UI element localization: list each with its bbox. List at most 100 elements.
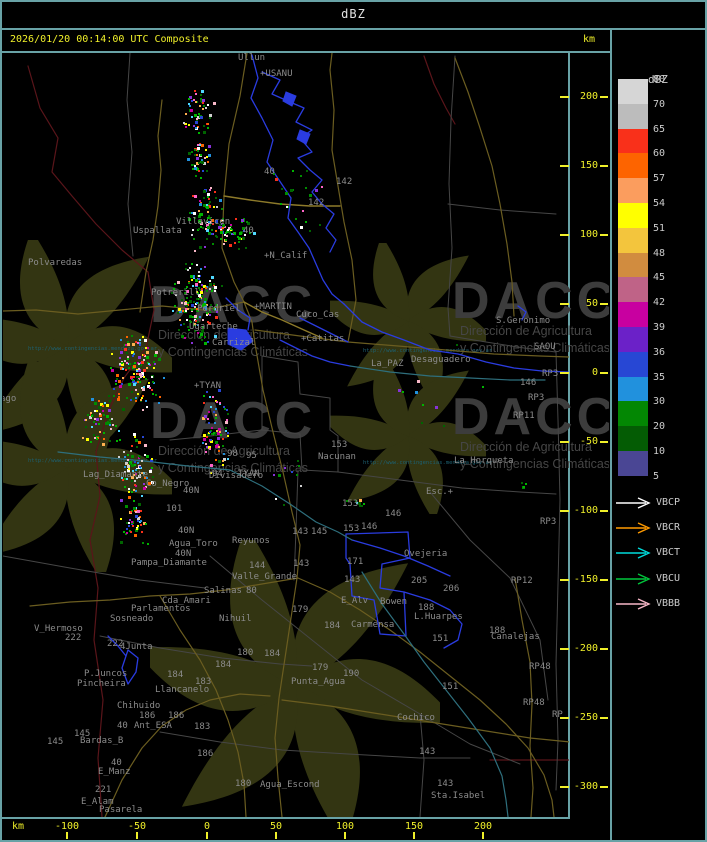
radar-echo-pixel: [132, 363, 134, 365]
radar-echo-pixel: [216, 206, 218, 208]
radar-echo-pixel: [137, 520, 139, 522]
radar-echo-pixel: [192, 316, 194, 318]
radar-echo-pixel: [137, 393, 139, 395]
radar-echo-pixel: [189, 315, 192, 318]
radar-echo-pixel: [118, 456, 120, 458]
radar-echo-pixel: [132, 355, 134, 357]
radar-echo-pixel: [207, 123, 209, 125]
radar-echo-pixel: [178, 329, 180, 331]
radar-echo-pixel: [177, 281, 180, 284]
scale-boundary-label: 20: [653, 421, 666, 433]
radar-echo-pixel: [220, 238, 222, 240]
radar-echo-pixel: [207, 104, 209, 106]
bottom-axis-tick: [413, 832, 415, 839]
map-label: 40: [111, 758, 122, 768]
radar-echo-pixel: [124, 348, 127, 351]
radar-echo-pixel: [196, 264, 198, 266]
radar-echo-pixel: [131, 480, 133, 482]
radar-echo-pixel: [230, 228, 232, 230]
radar-echo-pixel: [201, 90, 204, 93]
river-line: [261, 71, 337, 253]
radar-echo-pixel: [215, 316, 218, 319]
radar-echo-pixel: [200, 116, 203, 119]
radar-echo-pixel: [122, 368, 124, 370]
radar-echo-pixel: [358, 502, 361, 505]
radar-echo-pixel: [202, 102, 204, 104]
radar-echo-pixel: [203, 125, 205, 127]
radar-echo-pixel: [200, 100, 202, 102]
radar-echo-pixel: [200, 268, 202, 270]
radar-echo-pixel: [523, 486, 525, 488]
radar-echo-pixel: [197, 150, 199, 152]
radar-echo-pixel: [296, 474, 298, 476]
radar-echo-pixel: [127, 358, 129, 360]
radar-echo-pixel: [99, 431, 101, 433]
map-label: 80: [246, 586, 257, 596]
radar-echo-pixel: [212, 243, 214, 245]
right-axis-label: 200: [579, 91, 598, 102]
bottom-axis-tick: [66, 832, 68, 839]
radar-echo-pixel: [209, 117, 211, 119]
radar-echo-pixel: [306, 170, 308, 172]
radar-echo-pixel: [226, 231, 228, 233]
radar-echo-pixel: [109, 440, 111, 442]
map-label: 153: [342, 499, 358, 509]
radar-echo-pixel: [222, 438, 224, 440]
radar-echo-pixel: [106, 404, 109, 407]
radar-echo-pixel: [198, 113, 200, 115]
vector-legend-label: VBCR: [656, 522, 681, 533]
radar-echo-pixel: [201, 159, 203, 161]
radar-echo-pixel: [147, 543, 149, 545]
radar-echo-pixel: [154, 354, 157, 357]
radar-echo-pixel: [191, 279, 193, 281]
radar-echo-pixel: [215, 235, 217, 237]
right-axis-label: 150: [579, 160, 598, 171]
right-axis-tick: [600, 96, 608, 98]
radar-echo-pixel: [218, 446, 220, 448]
radar-echo-pixel: [174, 283, 176, 285]
radar-echo-pixel: [206, 206, 209, 209]
scale-boundary-label: 42: [653, 297, 666, 309]
radar-echo-pixel: [218, 450, 220, 452]
scale-boundary-label: 36: [653, 346, 666, 358]
map-label: 143: [292, 527, 308, 537]
radar-echo-pixel: [134, 362, 136, 364]
radar-echo-pixel: [153, 367, 155, 369]
radar-echo-pixel: [128, 496, 131, 499]
radar-echo-pixel: [220, 434, 222, 436]
radar-echo-pixel: [127, 459, 129, 461]
radar-echo-pixel: [196, 118, 198, 120]
map-label: Parlamentos: [131, 604, 191, 614]
radar-echo-pixel: [140, 520, 142, 522]
radar-echo-pixel: [210, 439, 212, 441]
radar-echo-pixel: [422, 404, 424, 406]
radar-echo-pixel: [194, 250, 196, 252]
radar-echo-pixel: [209, 189, 211, 191]
radar-echo-pixel: [205, 107, 207, 109]
map-edge-tick: [560, 165, 569, 167]
radar-echo-pixel: [139, 373, 142, 376]
radar-echo-pixel: [103, 432, 105, 434]
radar-echo-pixel: [119, 385, 122, 388]
map-label: 146: [361, 522, 377, 532]
radar-echo-pixel: [148, 382, 150, 384]
radar-echo-pixel: [129, 463, 131, 465]
bottom-axis-tick: [482, 832, 484, 839]
map-label: 4Junta: [120, 642, 153, 652]
radar-echo-pixel: [222, 464, 224, 466]
map-label: Polvaredas: [28, 258, 82, 268]
radar-echo-pixel: [227, 229, 229, 231]
radar-echo-pixel: [194, 195, 197, 198]
map-label: +TYAN: [194, 381, 221, 391]
radar-echo-pixel: [203, 434, 206, 437]
radar-echo-pixel: [198, 132, 200, 134]
radar-echo-pixel: [206, 391, 208, 393]
radar-echo-pixel: [132, 343, 135, 346]
radar-echo-pixel: [87, 414, 89, 416]
map-label: L.Huarpes: [414, 612, 463, 622]
radar-echo-pixel: [229, 232, 231, 234]
river-line: [250, 54, 345, 305]
vector-legend-row: VBCP: [614, 496, 706, 510]
radar-echo-pixel: [193, 212, 196, 215]
map-label: 143: [419, 747, 435, 757]
